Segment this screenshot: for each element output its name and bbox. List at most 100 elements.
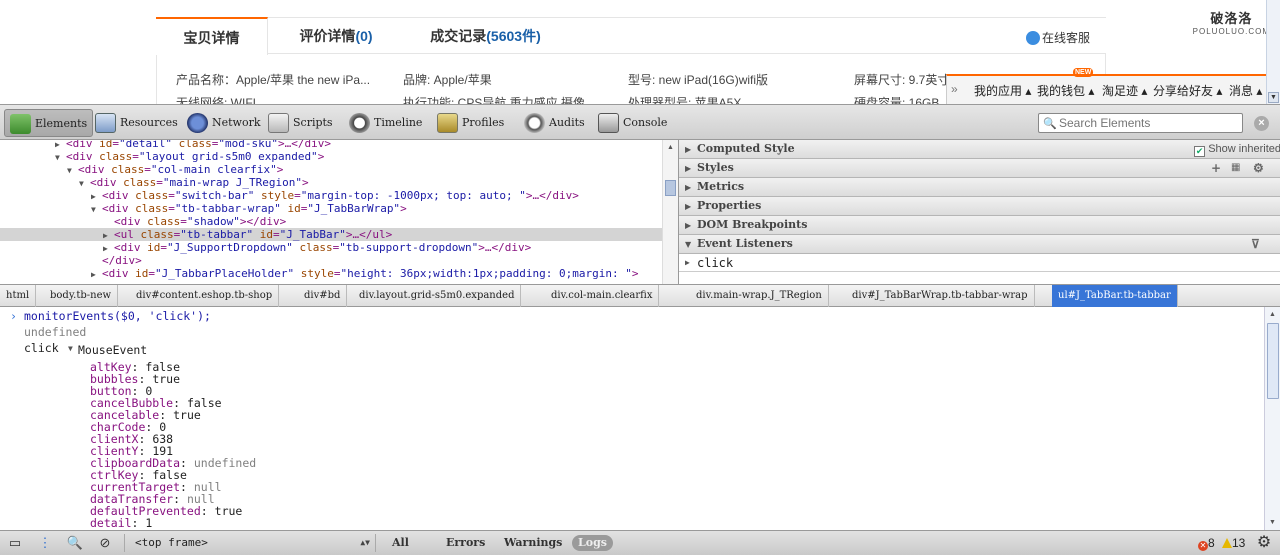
collapse-icon[interactable]: » [951, 82, 958, 96]
frame-selector[interactable]: <top frame> ▲▼ [124, 534, 376, 552]
filter-logs[interactable]: Logs [572, 535, 613, 551]
service-label: 在线客服 [1041, 31, 1090, 45]
filter-icon[interactable]: ⊽ [1251, 235, 1260, 253]
dom-tree[interactable]: ▶ <div id="detail" class="mod-sku">…</div… [0, 140, 662, 284]
panel-timeline[interactable]: Timeline [349, 109, 422, 137]
pane-properties[interactable]: ▶ Properties [679, 197, 1280, 216]
inspect-search-icon[interactable]: 🔍 [64, 533, 86, 553]
dom-node[interactable]: ▶ <div id="detail" class="mod-sku">…</div… [0, 140, 662, 150]
search-elements-box: 🔍 [1038, 113, 1243, 133]
pane-styles[interactable]: ▶ Styles + ▦ ⚙ [679, 159, 1280, 178]
timeline-icon [349, 113, 370, 133]
elements-icon [10, 114, 31, 134]
scroll-thumb[interactable] [1267, 323, 1279, 399]
tab-product-detail[interactable]: 宝贝详情 [156, 17, 268, 55]
error-count[interactable]: ✕ 8 [1198, 536, 1215, 551]
dom-node[interactable]: ▼ <div class="main-wrap J_TRegion"> [0, 176, 662, 189]
toolbar-footprints[interactable]: 淘足迹 ▴ [1102, 82, 1147, 99]
console-scrollbar[interactable]: ▲ ▼ [1264, 307, 1280, 530]
breadcrumb-item[interactable]: ul#J_TabBar.tb-tabbar [1052, 285, 1178, 307]
elements-sidebar: ▶ Computed Style ✔ Show inherited ▶ Styles… [678, 140, 1280, 284]
tab-reviews[interactable]: 评价详情(0) [286, 17, 386, 55]
settings-gear-icon[interactable]: ⚙ [1254, 533, 1274, 553]
toolbar-my-apps[interactable]: 我的应用 ▴ [974, 82, 1031, 99]
page-scrollbar[interactable]: ▼ [1266, 0, 1280, 104]
dom-node[interactable]: ▼ <div class="tb-tabbar-wrap" id="J_TabBa… [0, 202, 662, 215]
warning-count[interactable]: 13 [1222, 536, 1245, 550]
console-output[interactable]: › monitorEvents($0, 'click'); undefined … [0, 307, 1264, 530]
panel-profiles[interactable]: Profiles [437, 109, 504, 137]
breadcrumb-item[interactable]: div.col-main.clearfix [545, 285, 660, 307]
add-rule-icon[interactable]: + [1211, 159, 1221, 177]
clear-console-icon[interactable]: ⊘ [94, 533, 116, 553]
search-elements-input[interactable] [1059, 115, 1239, 131]
dom-node[interactable]: ▶ <ul class="tb-tabbar" id="J_TabBar">…</… [0, 228, 662, 241]
breadcrumb-item[interactable]: body.tb-new [44, 285, 119, 307]
scroll-thumb[interactable] [665, 180, 676, 196]
expand-icon: ▶ [685, 258, 690, 267]
attr-product-name: 产品名称：Apple/苹果 the new iPa... [176, 73, 371, 87]
event-listener-click[interactable]: ▶ click [679, 254, 1280, 272]
dock-icon[interactable]: ▭ [4, 533, 26, 553]
dom-node[interactable]: ▼ <div class="col-main clearfix"> [0, 163, 662, 176]
scroll-up-icon[interactable]: ▲ [665, 142, 676, 153]
tab-label: 宝贝详情 [183, 30, 240, 46]
element-state-icon[interactable]: ▦ [1231, 159, 1240, 177]
pane-event-listeners[interactable]: ▼ Event Listeners ⊽ [679, 235, 1280, 254]
profiles-icon [437, 113, 458, 133]
tab-transactions[interactable]: 成交记录(5603件) [418, 17, 553, 55]
close-search-icon[interactable]: × [1254, 116, 1269, 131]
breadcrumb-item[interactable]: div#content.eshop.tb-shop [130, 285, 280, 307]
dom-tree-scrollbar[interactable]: ▲ [662, 140, 678, 284]
panel-audits[interactable]: Audits [524, 109, 585, 137]
breadcrumb-item[interactable]: html [0, 285, 37, 307]
checkbox-icon: ✔ [1194, 146, 1206, 157]
toolbar-my-wallet[interactable]: 我的钱包 ▴ [1037, 82, 1094, 99]
scroll-up-icon[interactable]: ▲ [1267, 309, 1278, 320]
filter-all[interactable]: All [386, 535, 415, 551]
collapse-icon[interactable]: ▼ [68, 343, 73, 355]
panel-scripts[interactable]: Scripts [268, 109, 333, 137]
scroll-down-icon[interactable]: ▼ [1267, 517, 1278, 528]
toolbar-messages[interactable]: 消息 ▴ [1229, 82, 1262, 99]
expand-icon: ▶ [685, 144, 692, 154]
breadcrumb-item[interactable]: div.layout.grid-s5m0.expanded [353, 285, 522, 307]
event-label: click [24, 341, 59, 355]
styles-settings-icon[interactable]: ⚙ [1253, 159, 1264, 177]
tab-count: (0) [355, 28, 373, 44]
product-tabbar: 宝贝详情 评价详情(0) 成交记录(5603件) 在线客服 [156, 17, 1106, 55]
pane-computed-style[interactable]: ▶ Computed Style ✔ Show inherited [679, 140, 1280, 159]
scroll-down-icon[interactable]: ▼ [1268, 92, 1279, 103]
breadcrumb-item[interactable]: div#bd [298, 285, 348, 307]
breadcrumb-item[interactable]: div#J_TabBarWrap.tb-tabbar-wrap [846, 285, 1035, 307]
event-type[interactable]: MouseEvent [78, 344, 147, 356]
attr-functions: 执行功能: CPS导航 重力感应 摄像 [403, 96, 586, 104]
dom-node[interactable]: <div class="shadow"></div> [0, 215, 662, 228]
dom-node[interactable]: </div> [0, 254, 662, 267]
pane-dom-breakpoints[interactable]: ▶ DOM Breakpoints [679, 216, 1280, 235]
site-toolbar: » 我的应用 ▴ 我的钱包 ▴ 淘足迹 ▴ 分享给好友 ▴ 消息 ▴ [946, 74, 1280, 104]
console-result: undefined [24, 325, 87, 339]
panel-elements[interactable]: Elements [4, 109, 94, 137]
dropdown-icon: ▲▼ [360, 538, 370, 547]
filter-warnings[interactable]: Warnings [498, 535, 568, 551]
filter-errors[interactable]: Errors [440, 535, 491, 551]
breadcrumb-item[interactable]: div.main-wrap.J_TRegion [690, 285, 829, 307]
dom-node[interactable]: ▶ <div class="switch-bar" style="margin-t… [0, 189, 662, 202]
network-icon [187, 113, 208, 133]
panel-resources[interactable]: Resources [95, 109, 178, 137]
toolbar-share[interactable]: 分享给好友 ▴ [1153, 82, 1222, 99]
dom-node[interactable]: ▼ <div class="layout grid-s5m0 expanded"> [0, 150, 662, 163]
panel-console[interactable]: Console [598, 109, 667, 137]
show-inherited-toggle[interactable]: ✔ Show inherited [1194, 140, 1280, 158]
expand-icon[interactable]: ▶ [91, 268, 102, 281]
attr-screen-size: 屏幕尺寸: 9.7英寸 [854, 73, 950, 87]
pane-metrics[interactable]: ▶ Metrics [679, 178, 1280, 197]
dom-node[interactable]: ▶ <div id="J_SupportDropdown" class="tb-s… [0, 241, 662, 254]
panel-network[interactable]: Network [187, 109, 261, 137]
online-service-link[interactable]: 在线客服 [1025, 29, 1090, 46]
attr-brand: 品牌: Apple/苹果 [403, 73, 492, 87]
collapse-icon: ▼ [685, 239, 692, 249]
dom-node[interactable]: ▶ <div id="J_TabbarPlaceHolder" style="he… [0, 267, 662, 280]
console-drawer-icon[interactable]: ⋮ [34, 533, 56, 553]
